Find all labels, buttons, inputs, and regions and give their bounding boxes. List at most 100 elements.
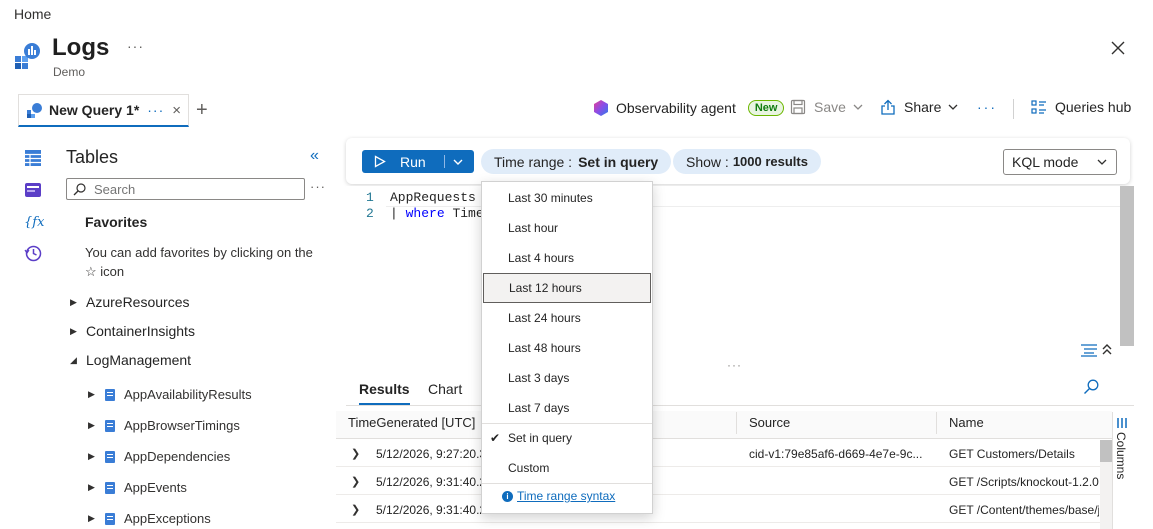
time-range-label: Time range : xyxy=(494,153,573,170)
close-icon[interactable] xyxy=(1109,39,1127,57)
tree-group-label: AzureResources xyxy=(86,294,190,310)
tab-chart[interactable]: Chart xyxy=(428,381,462,397)
table-item-appbrowsertimings[interactable]: ▶ AppBrowserTimings xyxy=(88,418,240,433)
time-range-option-last-24-hours[interactable]: Last 24 hours xyxy=(482,303,652,333)
time-range-option-last-48-hours[interactable]: Last 48 hours xyxy=(482,333,652,363)
kql-mode-select[interactable]: KQL mode xyxy=(1003,149,1117,175)
row-expand-icon[interactable]: ❯ xyxy=(351,475,360,488)
collapse-editor-icon[interactable] xyxy=(1101,343,1113,355)
time-range-option-last-12-hours[interactable]: Last 12 hours xyxy=(483,273,651,303)
tables-search-input[interactable] xyxy=(66,178,305,200)
format-query-icon[interactable] xyxy=(1080,343,1100,357)
copilot-icon xyxy=(592,99,610,117)
menu-divider xyxy=(482,483,652,484)
code-line-1: AppRequests xyxy=(390,190,476,205)
code-text: Time xyxy=(452,206,484,221)
cell-source: cid-v1:79e85af6-d669-4e7e-9c... xyxy=(749,447,923,461)
time-range-option-last-3-days[interactable]: Last 3 days xyxy=(482,363,652,393)
show-label: Show : xyxy=(686,153,729,170)
row-expand-icon[interactable]: ❯ xyxy=(351,447,360,460)
share-button[interactable]: Share xyxy=(880,99,959,115)
cell-timegenerated: 5/12/2026, 9:27:20.3 xyxy=(376,447,486,461)
more-actions-icon[interactable]: ··· xyxy=(977,99,997,115)
table-item-appexceptions[interactable]: ▶ AppExceptions xyxy=(88,511,211,526)
search-more-icon[interactable]: ··· xyxy=(310,179,326,194)
chevron-down-icon xyxy=(852,101,864,113)
results-search-icon[interactable] xyxy=(1083,379,1099,395)
tab-new-query-1[interactable]: New Query 1* ··· × xyxy=(18,94,189,127)
table-item-label: AppEvents xyxy=(124,480,187,495)
time-range-menu: Last 30 minutes Last hour Last 4 hours L… xyxy=(481,181,653,514)
search-icon xyxy=(73,182,86,196)
time-range-option-last-hour[interactable]: Last hour xyxy=(482,213,652,243)
code-keyword: where xyxy=(405,206,445,221)
code-line-2: | where Time xyxy=(390,206,484,221)
tree-group-logmanagement[interactable]: ◢ LogManagement xyxy=(70,352,191,368)
more-options-icon[interactable]: ··· xyxy=(127,38,144,54)
results-scrollbar-thumb[interactable] xyxy=(1100,440,1112,462)
tree-group-label: LogManagement xyxy=(86,352,192,368)
table-item-appavailabilityresults[interactable]: ▶ AppAvailabilityResults xyxy=(88,387,252,402)
queries-hub-icon xyxy=(1031,99,1047,115)
save-icon xyxy=(790,99,806,115)
tree-group-azureresources[interactable]: ▶ AzureResources xyxy=(70,294,190,310)
observability-agent-label: Observability agent xyxy=(616,100,736,116)
table-item-appdependencies[interactable]: ▶ AppDependencies xyxy=(88,449,230,464)
run-label: Run xyxy=(400,153,426,170)
play-icon xyxy=(374,155,386,168)
collapse-panel-icon[interactable]: « xyxy=(310,147,319,165)
queries-hub-button[interactable]: Queries hub xyxy=(1031,99,1131,115)
tab-results[interactable]: Results xyxy=(359,381,410,405)
row-expand-icon[interactable]: ❯ xyxy=(351,503,360,516)
favorites-heading: Favorites xyxy=(85,214,148,230)
tab-close-icon[interactable]: × xyxy=(172,102,181,119)
tab-more-icon[interactable]: ··· xyxy=(147,102,164,118)
code-pipe: | xyxy=(390,206,398,221)
share-icon xyxy=(880,99,896,115)
save-button[interactable]: Save xyxy=(790,99,864,115)
run-button[interactable]: Run xyxy=(362,150,474,173)
table-item-appevents[interactable]: ▶ AppEvents xyxy=(88,480,187,495)
run-main[interactable]: Run xyxy=(362,154,444,170)
columns-icon xyxy=(1117,418,1129,428)
tables-icon[interactable] xyxy=(24,149,42,167)
column-separator[interactable] xyxy=(936,412,937,434)
time-range-option-last-4-hours[interactable]: Last 4 hours xyxy=(482,243,652,273)
time-range-button[interactable]: Time range : Set in query xyxy=(481,149,672,174)
table-icon xyxy=(105,419,115,432)
svg-text:{fx}: {fx} xyxy=(24,215,44,230)
time-range-option-set-in-query[interactable]: Set in query xyxy=(482,423,652,453)
time-range-syntax-link[interactable]: i Time range syntax xyxy=(502,489,615,503)
run-options-chevron-icon[interactable] xyxy=(445,156,464,168)
add-tab-button[interactable]: + xyxy=(196,99,208,122)
column-header-timegenerated[interactable]: TimeGenerated [UTC] xyxy=(348,415,475,430)
column-separator[interactable] xyxy=(736,412,737,434)
queries-icon[interactable] xyxy=(24,181,42,199)
time-range-option-custom[interactable]: Custom xyxy=(482,453,652,483)
page-title: Logs xyxy=(52,34,110,61)
cell-timegenerated: 5/12/2026, 9:31:40.2 xyxy=(376,475,486,489)
time-range-value: Set in query xyxy=(578,153,659,170)
time-range-option-last-30-minutes[interactable]: Last 30 minutes xyxy=(482,183,652,213)
expand-icon: ▶ xyxy=(70,325,77,336)
column-header-name[interactable]: Name xyxy=(949,415,984,430)
tree-group-containerinsights[interactable]: ▶ ContainerInsights xyxy=(70,323,195,339)
search-field[interactable] xyxy=(94,181,294,197)
table-icon xyxy=(105,481,115,494)
line-number: 1 xyxy=(366,190,374,205)
cell-name: GET /Content/themes/base/jquery xyxy=(949,503,1099,517)
expand-icon: ▶ xyxy=(88,389,95,399)
functions-icon[interactable]: {fx} xyxy=(24,212,44,230)
table-item-label: AppAvailabilityResults xyxy=(124,387,252,402)
time-range-option-last-7-days[interactable]: Last 7 days xyxy=(482,393,652,423)
tables-panel-title: Tables xyxy=(66,147,119,167)
observability-agent-button[interactable]: Observability agent New xyxy=(592,99,785,117)
history-icon[interactable] xyxy=(24,244,42,262)
breadcrumb-home[interactable]: Home xyxy=(14,6,51,22)
column-header-source[interactable]: Source xyxy=(749,415,790,430)
pane-splitter-handle[interactable]: ··· xyxy=(727,358,742,372)
show-value: 1000 results xyxy=(732,154,808,169)
editor-scrollbar[interactable] xyxy=(1120,186,1134,346)
queries-hub-label: Queries hub xyxy=(1055,99,1132,115)
show-results-button[interactable]: Show : 1000 results xyxy=(673,149,821,174)
